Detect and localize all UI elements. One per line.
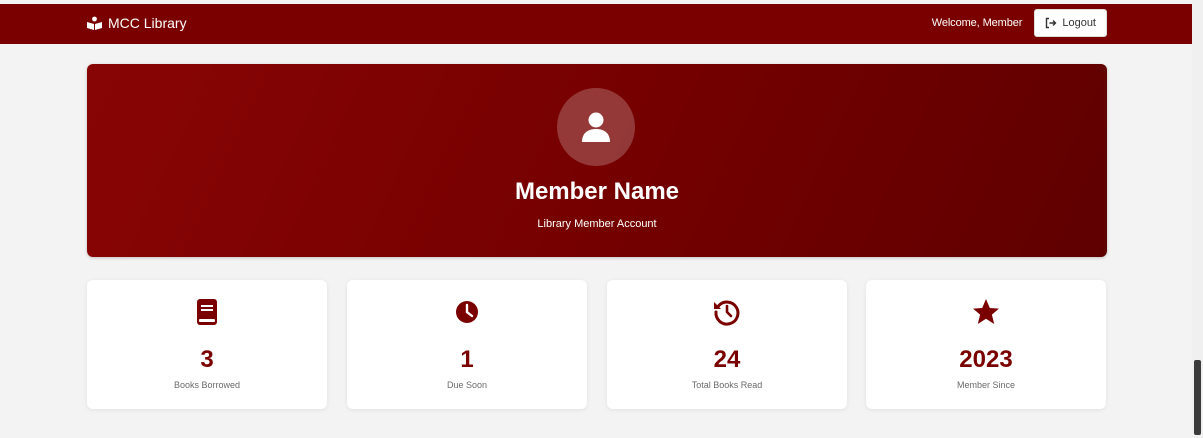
book-reader-icon [87, 16, 102, 30]
stat-card-books-borrowed: 3 Books Borrowed [87, 280, 327, 409]
stat-value: 3 [200, 346, 214, 373]
stat-card-total-books-read: 24 Total Books Read [607, 280, 847, 409]
star-icon [973, 299, 999, 324]
stat-value: 1 [460, 346, 474, 373]
user-icon [582, 112, 610, 142]
stat-value: 24 [713, 346, 741, 373]
stat-value: 2023 [959, 346, 1013, 373]
member-account-type: Library Member Account [537, 218, 657, 230]
profile-header: Member Name Library Member Account [87, 64, 1107, 257]
avatar [557, 88, 635, 166]
stat-label: Total Books Read [691, 380, 763, 390]
brand-name: MCC Library [108, 15, 187, 31]
top-navbar: MCC Library Welcome, Member Logout [0, 4, 1192, 44]
history-icon [714, 300, 740, 326]
sign-out-icon [1046, 17, 1057, 29]
member-name: Member Name [514, 178, 680, 205]
book-icon [197, 299, 217, 325]
clock-icon [456, 301, 478, 323]
nav-right: Welcome, Member Logout [932, 9, 1107, 37]
stat-label: Due Soon [446, 380, 488, 390]
stat-label: Member Since [956, 380, 1016, 390]
stat-card-member-since: 2023 Member Since [866, 280, 1106, 409]
logout-label: Logout [1062, 17, 1096, 29]
scrollbar-thumb[interactable] [1194, 360, 1201, 435]
brand-link[interactable]: MCC Library [86, 15, 187, 31]
welcome-text: Welcome, Member [931, 17, 1023, 29]
logout-button[interactable]: Logout [1034, 9, 1107, 37]
stat-card-due-soon: 1 Due Soon [347, 280, 587, 409]
page-scrollbar[interactable] [1192, 0, 1203, 438]
stat-label: Books Borrowed [173, 380, 241, 390]
